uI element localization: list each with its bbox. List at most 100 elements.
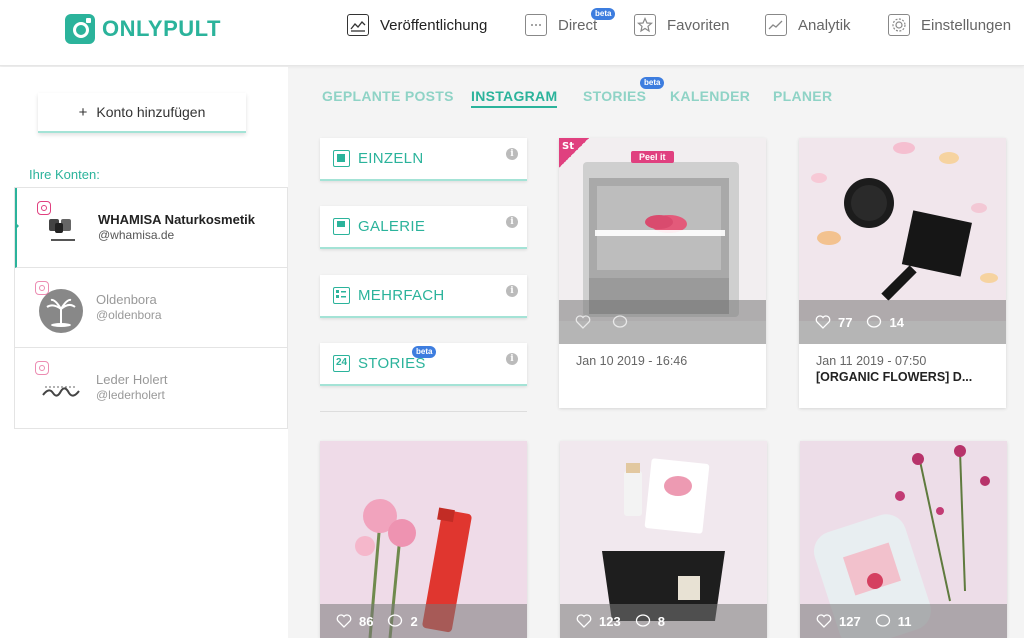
post-caption: [ORGANIC FLOWERS] D... (816, 370, 973, 384)
heart-icon (576, 614, 592, 628)
comment-icon (635, 614, 650, 627)
multi-post-button[interactable]: MEHRFACH i (320, 275, 527, 318)
account-name: WHAMISA Naturkosmetik (98, 212, 255, 227)
likes-count: 77 (838, 314, 853, 330)
comments-stat: 8 (635, 614, 665, 629)
post-image[interactable]: Peel it (559, 138, 766, 321)
post-date: Jan 10 2019 - 16:46 (576, 354, 688, 368)
nav-label: Einstellungen (921, 16, 1012, 34)
post-type-label: GALERIE (358, 218, 426, 235)
add-account-label: Konto hinzufügen (96, 104, 206, 120)
post-card[interactable]: Peel it St Jan 10 2019 - 16:46 (559, 138, 766, 408)
post-card[interactable]: 86 2 (320, 441, 527, 638)
avatar (41, 209, 85, 253)
post-image[interactable] (799, 138, 1006, 321)
likes-stat: 77 (815, 315, 852, 330)
nav-publish[interactable]: Veröffentlichung (347, 14, 487, 36)
account-name: Leder Holert (96, 372, 168, 387)
post-date: Jan 11 2019 - 07:50 (816, 354, 927, 368)
heart-icon (815, 315, 831, 329)
nav-favorites[interactable]: Favoriten (634, 14, 730, 36)
heart-icon (336, 614, 352, 628)
nav-label: Favoriten (667, 16, 730, 34)
top-bar: ONLYPULT Veröffentlichung Direct beta Fa… (0, 0, 1024, 66)
comments-stat (612, 315, 635, 329)
beta-badge: beta (591, 8, 616, 20)
accounts-heading: Ihre Konten: (29, 167, 100, 182)
comment-icon (867, 315, 882, 328)
likes-stat: 86 (336, 614, 373, 629)
info-icon[interactable]: i (506, 353, 518, 365)
comment-icon (875, 614, 890, 627)
post-type-label: EINZELN (358, 150, 424, 167)
instagram-icon (37, 201, 51, 215)
account-item-lederholert[interactable]: Leder Holert @lederholert (15, 348, 287, 428)
gallery-icon (333, 218, 350, 235)
post-card[interactable]: 77 14 Jan 11 2019 - 07:50 [ORGANIC FLOWE… (799, 138, 1006, 408)
story-badge: St (559, 138, 589, 168)
account-name: Oldenbora (96, 292, 157, 307)
likes-stat (575, 315, 598, 329)
comments-count: 8 (657, 613, 665, 629)
camera-logo-icon (65, 14, 95, 44)
comments-stat: 2 (387, 613, 418, 629)
post-card[interactable]: 127 11 (800, 441, 1007, 638)
tab-stories[interactable]: STORIES (583, 88, 646, 104)
likes-count: 127 (839, 613, 861, 629)
chat-icon (525, 14, 547, 36)
heart-icon (575, 315, 591, 329)
star-icon (634, 14, 656, 36)
tab-instagram[interactable]: INSTAGRAM (471, 88, 558, 108)
post-stats-bar: 77 14 (799, 300, 1006, 344)
plus-icon: + (78, 103, 88, 121)
publish-icon (347, 14, 369, 36)
stories-button[interactable]: 24 STORIES beta i (320, 343, 527, 386)
instagram-icon (35, 361, 49, 375)
gallery-button[interactable]: GALERIE i (320, 206, 527, 249)
post-stats-bar (559, 300, 766, 344)
account-list: WHAMISA Naturkosmetik @whamisa.de Oldenb… (14, 187, 288, 429)
single-post-icon (333, 150, 350, 167)
gear-icon (888, 14, 910, 36)
comments-stat: 11 (875, 613, 912, 629)
likes-count: 123 (599, 613, 621, 629)
nav-settings[interactable]: Einstellungen (888, 14, 1011, 36)
post-stats-bar: 127 11 (800, 604, 1007, 638)
post-stats-bar: 86 2 (320, 604, 527, 638)
brand-name: ONLYPULT (102, 16, 221, 41)
multi-post-icon (333, 287, 350, 304)
nav-label: Veröffentlichung (380, 16, 488, 34)
account-item-whamisa[interactable]: WHAMISA Naturkosmetik @whamisa.de (15, 188, 287, 268)
nav-direct[interactable]: Direct beta (525, 8, 616, 36)
story-badge-label: St (562, 141, 574, 152)
comment-icon (388, 614, 403, 627)
account-item-oldenbora[interactable]: Oldenbora @oldenbora (15, 268, 287, 348)
chart-icon (765, 14, 787, 36)
comments-count: 2 (410, 613, 418, 629)
post-stats-bar: 123 8 (560, 604, 767, 638)
account-handle: @whamisa.de (98, 228, 175, 242)
single-post-button[interactable]: EINZELN i (320, 138, 527, 181)
comments-stat: 14 (866, 315, 904, 330)
divider (320, 411, 527, 412)
nav-label: Direct (558, 16, 598, 34)
add-account-button[interactable]: + Konto hinzufügen (38, 93, 246, 133)
comment-icon (612, 315, 628, 328)
likes-count: 86 (359, 613, 374, 629)
nav-analytics[interactable]: Analytik (765, 14, 851, 36)
sidebar: + Konto hinzufügen Ihre Konten: WHAMISA … (0, 67, 288, 638)
info-icon[interactable]: i (506, 216, 518, 228)
tab-calendar[interactable]: KALENDER (670, 88, 750, 104)
tab-planner[interactable]: PLANER (773, 88, 832, 104)
comments-count: 11 (897, 613, 912, 629)
instagram-icon (35, 281, 49, 295)
likes-stat: 123 (576, 614, 621, 629)
avatar (39, 289, 83, 333)
info-icon[interactable]: i (506, 285, 518, 297)
likes-stat: 127 (816, 614, 861, 629)
info-icon[interactable]: i (506, 148, 518, 160)
logo[interactable]: ONLYPULT (65, 14, 221, 44)
post-card[interactable]: 123 8 (560, 441, 767, 638)
tab-scheduled-posts[interactable]: GEPLANTE POSTS (322, 88, 454, 104)
story-sticker: Peel it (631, 151, 674, 163)
